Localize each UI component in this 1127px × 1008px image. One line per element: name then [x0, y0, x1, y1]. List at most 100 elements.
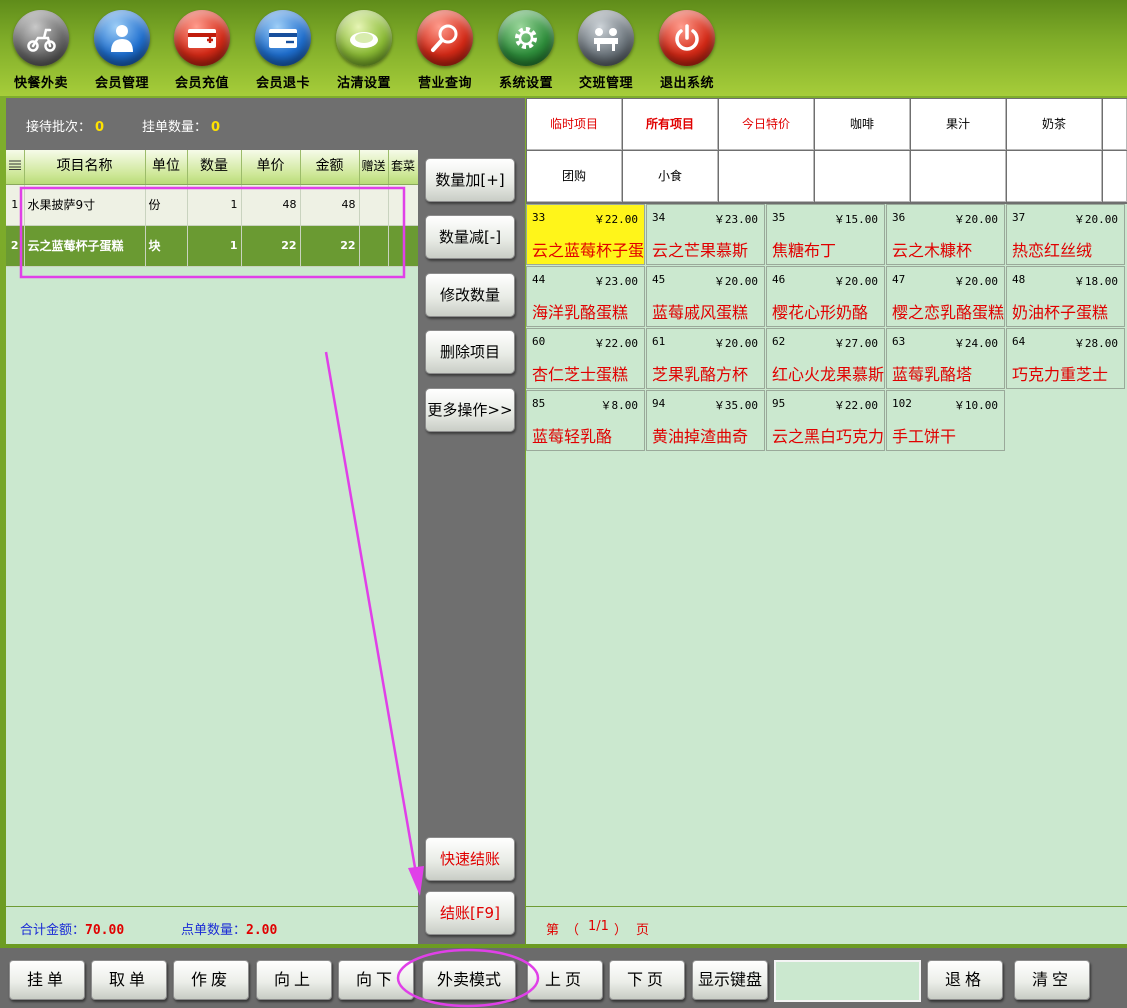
qty-minus-button[interactable]: 数量减[-]	[425, 215, 515, 259]
product-price: ￥15.00	[833, 213, 878, 226]
product-tile[interactable]: 36 ￥20.00 云之木糠杯	[886, 204, 1005, 265]
business-query-button[interactable]: 营业查询	[405, 4, 485, 92]
category-tab-coffee[interactable]: 咖啡	[815, 99, 910, 150]
backspace-button[interactable]: 退格	[927, 960, 1003, 1000]
bottom-bar: 挂单 取单 作废 向上 向下 外卖模式 上页 下页 显示键盘 退格 清空	[0, 948, 1127, 1008]
category-tab-empty[interactable]	[1103, 151, 1127, 202]
next-page-button[interactable]: 下页	[609, 960, 685, 1000]
hang-order-button[interactable]: 挂单	[9, 960, 85, 1000]
row-item-name: 水果披萨9寸	[24, 184, 146, 226]
system-settings-button[interactable]: 系统设置	[486, 4, 566, 92]
category-tab-empty[interactable]	[1007, 151, 1102, 202]
row-price: 48	[241, 184, 301, 226]
column-header-gift[interactable]: 赠送	[359, 150, 389, 185]
table-row-selected[interactable]: 2 云之蓝莓杯子蛋糕 块 1 22 22	[6, 225, 419, 267]
category-tabs: 临时项目 所有项目 今日特价 咖啡 果汁 奶茶 团购 小食	[526, 98, 1127, 204]
product-name: 云之黑白巧克力	[772, 427, 885, 446]
column-header-unit[interactable]: 单位	[145, 150, 188, 185]
category-tab-all[interactable]: 所有项目	[623, 99, 718, 150]
qty-plus-button[interactable]: 数量加[+]	[425, 158, 515, 202]
product-tile[interactable]: 47 ￥20.00 樱之恋乳酪蛋糕	[886, 266, 1005, 327]
category-tab-snack[interactable]: 小食	[623, 151, 718, 202]
product-tile[interactable]: 62 ￥27.00 红心火龙果慕斯	[766, 328, 885, 389]
delete-item-button[interactable]: 删除项目	[425, 330, 515, 374]
row-qty: 1	[187, 184, 242, 226]
category-tab-groupbuy[interactable]: 团购	[527, 151, 622, 202]
product-tile[interactable]: 44 ￥23.00 海洋乳酪蛋糕	[526, 266, 645, 327]
row-menu-icon[interactable]	[6, 150, 25, 185]
product-id: 46	[772, 273, 786, 286]
order-panel-header: 接待批次： 0 挂单数量： 0	[6, 98, 418, 150]
total-amount-value: 70.00	[85, 923, 125, 938]
category-tab-temp[interactable]: 临时项目	[527, 99, 622, 150]
product-tile[interactable]: 102 ￥10.00 手工饼干	[886, 390, 1005, 451]
column-header-price[interactable]: 单价	[241, 150, 301, 185]
product-tile[interactable]: 61 ￥20.00 芝果乳酪方杯	[646, 328, 765, 389]
exit-system-button[interactable]: 退出系统	[647, 4, 727, 92]
product-price: ￥20.00	[1073, 213, 1118, 226]
edit-qty-button[interactable]: 修改数量	[425, 273, 515, 317]
show-keyboard-button[interactable]: 显示键盘	[692, 960, 768, 1000]
member-card-refund-button[interactable]: 会员退卡	[243, 4, 323, 92]
product-id: 34	[652, 211, 666, 224]
page-close-paren: ）	[614, 923, 628, 938]
product-id: 45	[652, 273, 666, 286]
category-tab-empty[interactable]	[815, 151, 910, 202]
product-id: 33	[532, 211, 546, 224]
member-management-button[interactable]: 会员管理	[82, 4, 162, 92]
product-tile[interactable]: 46 ￥20.00 樱花心形奶酪	[766, 266, 885, 327]
column-header-combo[interactable]: 套菜	[388, 150, 419, 185]
product-tile[interactable]: 85 ￥8.00 蓝莓轻乳酪	[526, 390, 645, 451]
product-price: ￥35.00	[713, 399, 758, 412]
takeout-fastfood-button[interactable]: 快餐外卖	[1, 4, 81, 92]
product-tile[interactable]: 60 ￥22.00 杏仁芝士蛋糕	[526, 328, 645, 389]
product-price: ￥20.00	[713, 337, 758, 350]
input-field[interactable]	[774, 960, 921, 1002]
move-up-button[interactable]: 向上	[256, 960, 332, 1000]
category-tab-empty[interactable]	[719, 151, 814, 202]
sold-out-settings-button[interactable]: 沽清设置	[324, 4, 404, 92]
product-tile[interactable]: 34 ￥23.00 云之芒果慕斯	[646, 204, 765, 265]
product-tile[interactable]: 45 ￥20.00 蓝莓戚风蛋糕	[646, 266, 765, 327]
member-recharge-button[interactable]: 会员充值	[162, 4, 242, 92]
category-tab-empty[interactable]	[911, 151, 1006, 202]
checkout-button[interactable]: 结账[F9]	[425, 891, 515, 935]
move-down-button[interactable]: 向下	[338, 960, 414, 1000]
product-tile[interactable]: 64 ￥28.00 巧克力重芝士	[1006, 328, 1125, 389]
product-tile[interactable]: 48 ￥18.00 奶油杯子蛋糕	[1006, 266, 1125, 327]
product-name: 蓝莓轻乳酪	[532, 427, 613, 446]
column-header-amount[interactable]: 金额	[300, 150, 360, 185]
void-button[interactable]: 作废	[173, 960, 249, 1000]
toolbar-label: 会员退卡	[255, 76, 310, 91]
product-name: 樱之恋乳酪蛋糕	[892, 303, 1005, 322]
product-id: 95	[772, 397, 786, 410]
reception-batch: 接待批次： 0	[26, 116, 104, 135]
product-panel: 临时项目 所有项目 今日特价 咖啡 果汁 奶茶 团购 小食 33 ￥22.00 云之…	[526, 98, 1127, 944]
row-price: 22	[241, 225, 301, 267]
product-tile[interactable]: 63 ￥24.00 蓝莓乳酪塔	[886, 328, 1005, 389]
product-price: ￥20.00	[953, 275, 998, 288]
product-name: 云之蓝莓杯子蛋糕	[532, 241, 645, 260]
category-tab-juice[interactable]: 果汁	[911, 99, 1006, 150]
clear-button[interactable]: 清空	[1014, 960, 1090, 1000]
more-actions-button[interactable]: 更多操作>>	[425, 388, 515, 432]
product-tile[interactable]: 33 ￥22.00 云之蓝莓杯子蛋糕	[526, 204, 645, 265]
shift-handover-button[interactable]: 交班管理	[566, 4, 646, 92]
product-tile[interactable]: 35 ￥15.00 焦糖布丁	[766, 204, 885, 265]
toolbar-label: 沽清设置	[336, 76, 391, 91]
takeout-mode-button[interactable]: 外卖模式	[422, 960, 516, 1000]
category-tab-special[interactable]: 今日特价	[719, 99, 814, 150]
product-tile[interactable]: 37 ￥20.00 热恋红丝绒	[1006, 204, 1125, 265]
quick-checkout-button[interactable]: 快速结账	[425, 837, 515, 881]
product-tile[interactable]: 94 ￥35.00 黄油掉渣曲奇	[646, 390, 765, 451]
column-header-name[interactable]: 项目名称	[24, 150, 146, 185]
prev-page-button[interactable]: 上页	[527, 960, 603, 1000]
table-row[interactable]: 1 水果披萨9寸 份 1 48 48	[6, 184, 419, 226]
product-tile[interactable]: 95 ￥22.00 云之黑白巧克力	[766, 390, 885, 451]
category-tab-milktea[interactable]: 奶茶	[1007, 99, 1102, 150]
column-header-qty[interactable]: 数量	[187, 150, 242, 185]
take-order-button[interactable]: 取单	[91, 960, 167, 1000]
category-tab-empty[interactable]	[1103, 99, 1127, 150]
product-id: 102	[892, 397, 912, 410]
row-unit: 份	[145, 184, 188, 226]
